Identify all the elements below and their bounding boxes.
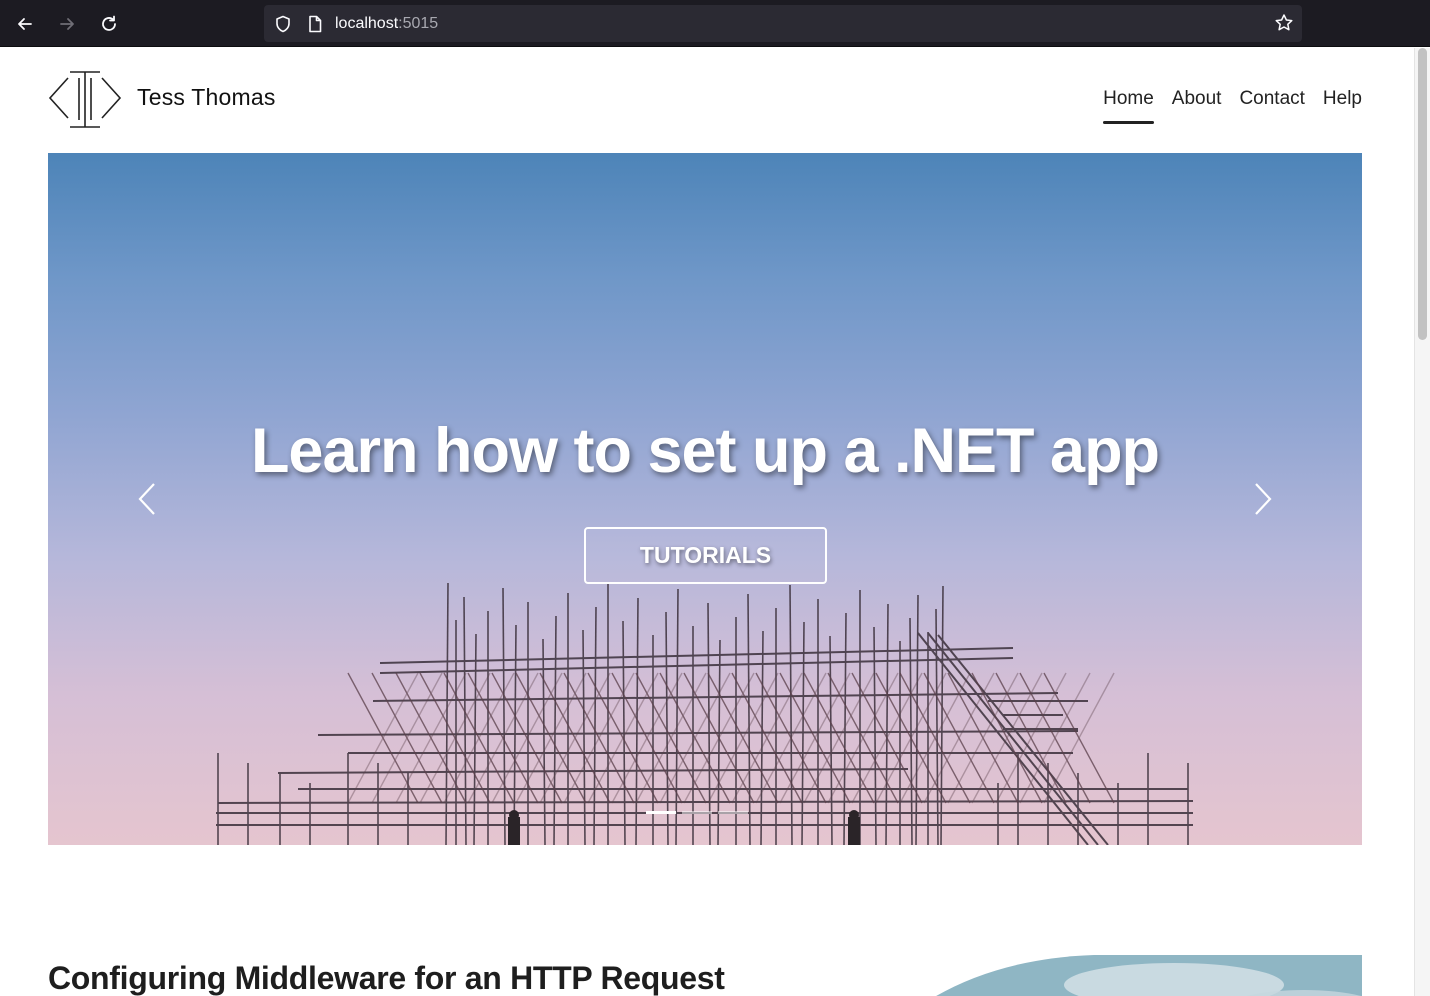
nav-about[interactable]: About: [1163, 88, 1231, 128]
back-arrow-icon: [18, 18, 32, 30]
carousel-indicator-2[interactable]: [682, 811, 712, 814]
url-host: localhost: [335, 14, 399, 32]
carousel-indicators: [646, 811, 748, 814]
reload-button[interactable]: [93, 8, 125, 40]
site-header: Tess Thomas Home About Contact Help: [48, 70, 1362, 134]
tutorials-button[interactable]: TUTORIALS: [584, 527, 827, 584]
nav-contact[interactable]: Contact: [1230, 88, 1313, 128]
main-nav: Home About Contact Help: [1094, 88, 1362, 128]
scrollbar-thumb[interactable]: [1418, 48, 1427, 340]
hero-heading: Learn how to set up a .NET app: [250, 416, 1160, 486]
scaffold-image: [216, 582, 1194, 845]
nav-help[interactable]: Help: [1314, 88, 1362, 128]
forward-arrow-icon: [60, 18, 74, 30]
address-bar[interactable]: localhost:5015: [264, 5, 1302, 42]
forward-button[interactable]: [51, 8, 83, 40]
back-button[interactable]: [9, 8, 41, 40]
carousel-indicator-3[interactable]: [718, 811, 748, 814]
reload-icon: [102, 15, 116, 31]
hero-carousel: Learn how to set up a .NET app TUTORIALS: [48, 153, 1362, 845]
star-icon[interactable]: [1274, 13, 1294, 38]
brackets-logo[interactable]: [48, 70, 122, 130]
page-scrollbar[interactable]: [1414, 48, 1430, 996]
browser-toolbar: localhost:5015: [0, 0, 1430, 47]
article-image: [874, 955, 1362, 996]
web-page: Tess Thomas Home About Contact Help Lear…: [0, 48, 1414, 996]
carousel-next-button[interactable]: [1248, 479, 1278, 519]
url-text[interactable]: localhost:5015: [335, 15, 438, 33]
article-title[interactable]: Configuring Middleware for an HTTP Reque…: [48, 960, 725, 996]
carousel-prev-button[interactable]: [132, 479, 162, 519]
nav-home[interactable]: Home: [1094, 88, 1163, 128]
shield-icon[interactable]: [273, 14, 293, 34]
brand-name[interactable]: Tess Thomas: [137, 84, 276, 111]
chevron-left-icon: [138, 483, 155, 515]
url-port: :5015: [398, 14, 439, 32]
carousel-indicator-1[interactable]: [646, 811, 676, 814]
page-icon[interactable]: [305, 14, 325, 34]
chevron-right-icon: [1255, 483, 1272, 515]
